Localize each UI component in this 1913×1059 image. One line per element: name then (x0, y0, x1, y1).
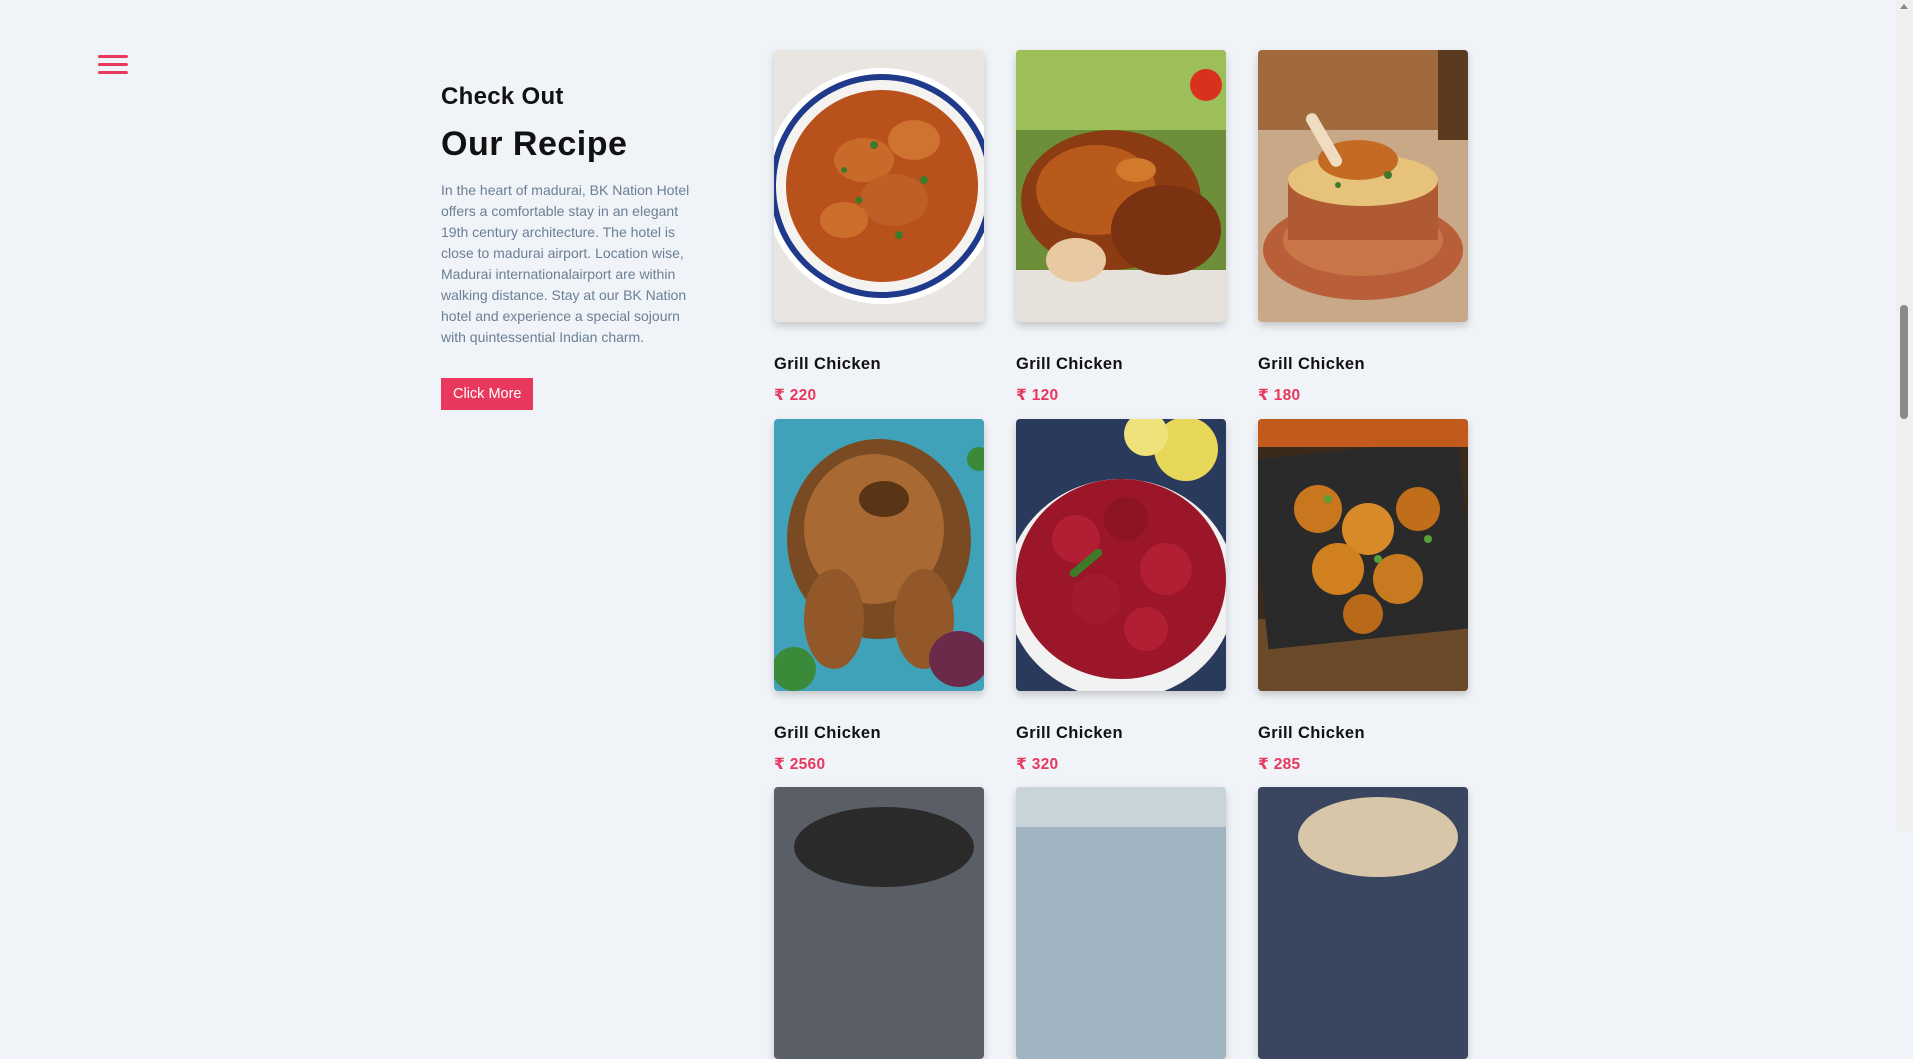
recipe-photo-partial[interactable] (1016, 787, 1226, 1059)
recipe-price: ₹ 120 (1016, 387, 1059, 404)
menu-hamburger-button[interactable] (98, 55, 128, 77)
recipe-intro: Check Out Our Recipe In the heart of mad… (441, 83, 701, 410)
recipe-name: Grill Chicken (1016, 724, 1123, 742)
hamburger-icon-line (98, 63, 128, 66)
recipe-photo-chicken-curry[interactable] (774, 50, 984, 322)
recipe-card-partial[interactable] (774, 787, 984, 1059)
scrollbar-thumb[interactable] (1900, 305, 1908, 419)
hamburger-icon-line (98, 71, 128, 74)
recipe-photo-chilli-chicken[interactable] (1258, 419, 1468, 691)
scroll-up-arrow-icon[interactable] (1900, 4, 1908, 9)
recipe-card[interactable]: Grill Chicken ₹ 285 (1258, 419, 1468, 774)
section-title: Our Recipe (441, 125, 628, 163)
recipe-card[interactable]: Grill Chicken ₹ 2560 (774, 419, 984, 774)
click-more-button[interactable]: Click More (441, 378, 534, 410)
recipe-name: Grill Chicken (1258, 724, 1365, 742)
recipe-photo-chicken-biryani[interactable] (1258, 50, 1468, 322)
recipe-name: Grill Chicken (774, 724, 881, 742)
section-description: In the heart of madurai, BK Nation Hotel… (441, 182, 690, 345)
recipe-card[interactable]: Grill Chicken ₹ 220 (774, 50, 984, 405)
recipe-photo-partial[interactable] (774, 787, 984, 1059)
recipe-photo-chicken-65[interactable] (1016, 419, 1226, 691)
recipe-card[interactable]: Grill Chicken ₹ 180 (1258, 50, 1468, 405)
hamburger-icon-line (98, 55, 128, 58)
recipe-price: ₹ 2560 (774, 756, 826, 773)
recipe-name: Grill Chicken (774, 355, 881, 373)
vertical-scrollbar[interactable] (1896, 0, 1913, 831)
recipe-card-partial[interactable] (1016, 787, 1226, 1059)
recipe-price: ₹ 320 (1016, 756, 1059, 773)
recipe-card[interactable]: Grill Chicken ₹ 320 (1016, 419, 1226, 774)
recipe-price: ₹ 180 (1258, 387, 1301, 404)
recipe-photo-roast-chicken[interactable] (774, 419, 984, 691)
section-kicker: Check Out (441, 83, 564, 110)
recipe-price: ₹ 285 (1258, 756, 1301, 773)
recipe-card-partial[interactable] (1258, 787, 1468, 1059)
recipe-name: Grill Chicken (1258, 355, 1365, 373)
recipe-name: Grill Chicken (1016, 355, 1123, 373)
recipe-card[interactable]: Grill Chicken ₹ 120 (1016, 50, 1226, 405)
recipe-price: ₹ 220 (774, 387, 817, 404)
recipe-photo-grilled-drumstick[interactable] (1016, 50, 1226, 322)
recipe-photo-partial[interactable] (1258, 787, 1468, 1059)
